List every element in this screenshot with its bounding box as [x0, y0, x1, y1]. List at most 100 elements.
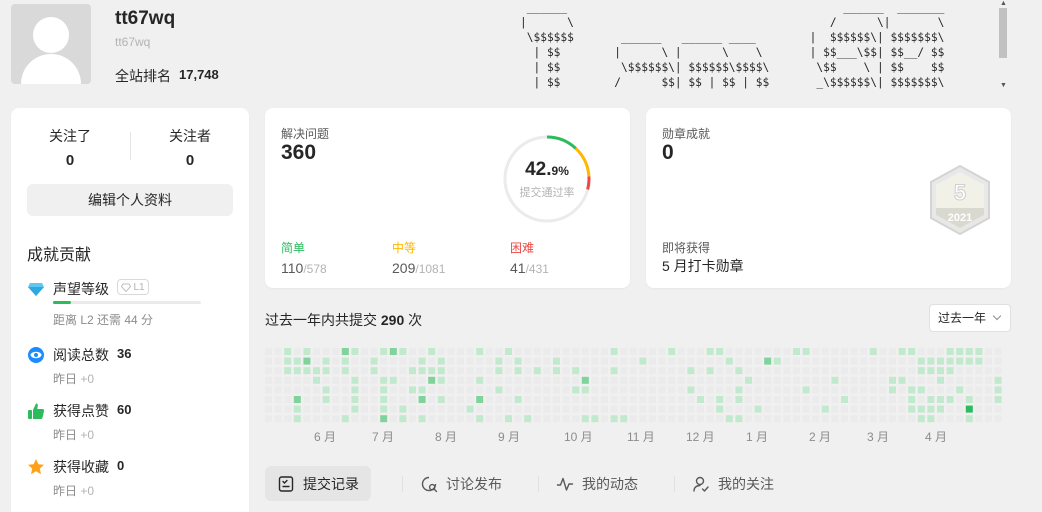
heatmap-cell[interactable]	[639, 415, 647, 423]
heatmap-cell[interactable]	[850, 367, 858, 375]
heatmap-cell[interactable]	[533, 415, 541, 423]
heatmap-cell[interactable]	[370, 415, 378, 423]
heatmap-cell[interactable]	[754, 386, 762, 394]
heatmap-cell[interactable]	[802, 405, 810, 413]
heatmap-cell[interactable]	[946, 348, 954, 355]
heatmap-cell[interactable]	[437, 396, 445, 403]
heatmap-cell[interactable]	[284, 396, 292, 403]
heatmap-cell[interactable]	[591, 357, 599, 365]
heatmap-cell[interactable]	[869, 376, 877, 384]
heatmap-cell[interactable]	[841, 348, 848, 355]
heatmap-cell[interactable]	[562, 415, 570, 423]
heatmap-cell[interactable]	[697, 376, 704, 384]
heatmap-cell[interactable]	[793, 396, 800, 403]
heatmap-cell[interactable]	[773, 386, 781, 394]
heatmap-cell[interactable]	[284, 367, 292, 375]
heatmap-cell[interactable]	[831, 348, 839, 355]
heatmap-cell[interactable]	[572, 357, 580, 365]
heatmap-cell[interactable]	[764, 348, 772, 355]
heatmap-cell[interactable]	[476, 367, 484, 375]
heatmap-cell[interactable]	[908, 386, 916, 394]
heatmap-cell[interactable]	[917, 386, 925, 394]
heatmap-cell[interactable]	[514, 405, 522, 413]
heatmap-cell[interactable]	[505, 396, 512, 403]
heatmap-cell[interactable]	[332, 348, 340, 355]
heatmap-cell[interactable]	[601, 386, 608, 394]
heatmap-cell[interactable]	[745, 415, 752, 423]
heatmap-cell[interactable]	[466, 357, 474, 365]
heatmap-cell[interactable]	[860, 386, 868, 394]
heatmap-cell[interactable]	[994, 357, 1002, 365]
heatmap-cell[interactable]	[543, 376, 551, 384]
heatmap-cell[interactable]	[754, 396, 762, 403]
heatmap-cell[interactable]	[668, 348, 676, 355]
heatmap-cell[interactable]	[524, 367, 532, 375]
heatmap-cell[interactable]	[447, 415, 455, 423]
heatmap-cell[interactable]	[629, 386, 637, 394]
heatmap-cell[interactable]	[581, 367, 589, 375]
heatmap-cell[interactable]	[965, 367, 973, 375]
heatmap-cell[interactable]	[466, 367, 474, 375]
heatmap-cell[interactable]	[332, 357, 340, 365]
heatmap-cell[interactable]	[428, 415, 436, 423]
heatmap-cell[interactable]	[485, 396, 493, 403]
heatmap-cell[interactable]	[975, 348, 983, 355]
heatmap-cell[interactable]	[553, 415, 560, 423]
heatmap-cell[interactable]	[601, 396, 608, 403]
heatmap-cell[interactable]	[293, 415, 301, 423]
heatmap-cell[interactable]	[265, 405, 272, 413]
heatmap-cell[interactable]	[610, 367, 618, 375]
heatmap-cell[interactable]	[505, 367, 512, 375]
heatmap-cell[interactable]	[927, 396, 935, 403]
heatmap-cell[interactable]	[706, 367, 714, 375]
heatmap-cell[interactable]	[562, 405, 570, 413]
heatmap-cell[interactable]	[466, 376, 474, 384]
heatmap-cell[interactable]	[850, 415, 858, 423]
heatmap-cell[interactable]	[937, 367, 944, 375]
heatmap-cell[interactable]	[572, 396, 580, 403]
heatmap-cell[interactable]	[735, 348, 743, 355]
heatmap-cell[interactable]	[591, 376, 599, 384]
heatmap-cell[interactable]	[956, 348, 964, 355]
heatmap-cell[interactable]	[265, 415, 272, 423]
heatmap-cell[interactable]	[965, 357, 973, 365]
heatmap-cell[interactable]	[380, 367, 388, 375]
heatmap-cell[interactable]	[889, 386, 896, 394]
heatmap-cell[interactable]	[505, 415, 512, 423]
heatmap-cell[interactable]	[274, 357, 282, 365]
heatmap-cell[interactable]	[620, 396, 628, 403]
heatmap-cell[interactable]	[380, 405, 388, 413]
heatmap-cell[interactable]	[399, 367, 407, 375]
heatmap-cell[interactable]	[879, 367, 887, 375]
heatmap-cell[interactable]	[716, 386, 724, 394]
heatmap-cell[interactable]	[668, 376, 676, 384]
heatmap-cell[interactable]	[677, 405, 685, 413]
heatmap-cell[interactable]	[524, 376, 532, 384]
heatmap-cell[interactable]	[697, 405, 704, 413]
heatmap-cell[interactable]	[735, 367, 743, 375]
heatmap-cell[interactable]	[620, 357, 628, 365]
heatmap-cell[interactable]	[956, 415, 964, 423]
tab-submissions[interactable]: 提交记录	[265, 466, 371, 501]
heatmap-cell[interactable]	[725, 357, 733, 365]
heatmap-cell[interactable]	[553, 405, 560, 413]
heatmap-cell[interactable]	[447, 348, 455, 355]
heatmap-cell[interactable]	[687, 396, 695, 403]
heatmap-cell[interactable]	[495, 357, 503, 365]
heatmap-cell[interactable]	[994, 348, 1002, 355]
heatmap-cell[interactable]	[658, 357, 666, 365]
heatmap-cell[interactable]	[428, 396, 436, 403]
heatmap-cell[interactable]	[658, 386, 666, 394]
heatmap-cell[interactable]	[831, 405, 839, 413]
heatmap-cell[interactable]	[783, 367, 791, 375]
heatmap-cell[interactable]	[783, 348, 791, 355]
heatmap-cell[interactable]	[956, 386, 964, 394]
heatmap-cell[interactable]	[361, 386, 368, 394]
heatmap-cell[interactable]	[649, 415, 656, 423]
heatmap-cell[interactable]	[879, 405, 887, 413]
heatmap-cell[interactable]	[476, 376, 484, 384]
heatmap-cell[interactable]	[543, 405, 551, 413]
heatmap-cell[interactable]	[524, 415, 532, 423]
heatmap-cell[interactable]	[668, 405, 676, 413]
heatmap-cell[interactable]	[764, 357, 772, 365]
